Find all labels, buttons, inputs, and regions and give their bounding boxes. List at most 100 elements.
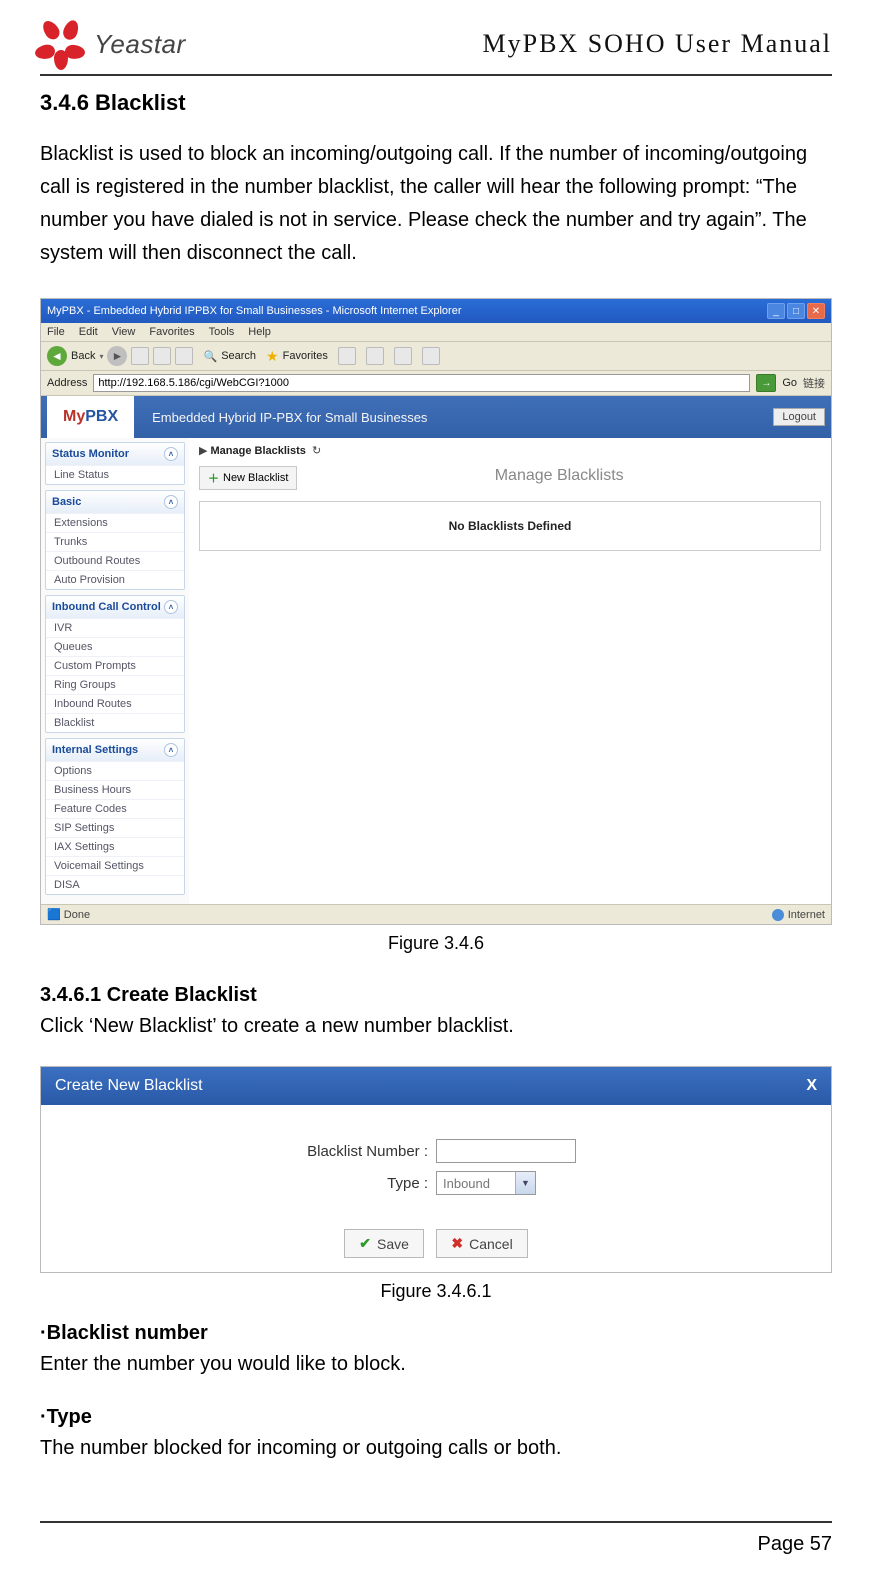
menu-item[interactable]: Tools <box>209 326 235 338</box>
sidebar-item-trunks[interactable]: Trunks <box>46 532 184 551</box>
go-label: Go <box>782 377 797 389</box>
brand-text: Yeastar <box>94 29 186 60</box>
main-pane: ▶ Manage Blacklists ↻ ＋New Blacklist Man… <box>189 438 831 904</box>
links-label: 链接 <box>803 375 825 391</box>
breadcrumb: ▶ Manage Blacklists ↻ <box>199 444 821 457</box>
status-text: Done <box>64 909 90 921</box>
sidebar-item-outbound-routes[interactable]: Outbound Routes <box>46 551 184 570</box>
modal-body: Blacklist Number : Type : Inbound ▼ <box>41 1105 831 1221</box>
logo-icon <box>40 20 88 68</box>
address-label: Address <box>47 377 87 389</box>
menu-item[interactable]: File <box>47 326 65 338</box>
cancel-button[interactable]: ✖Cancel <box>436 1229 527 1258</box>
logout-button[interactable]: Logout <box>773 408 825 426</box>
field-text-blacklist-number: Enter the number you would like to block… <box>40 1349 832 1380</box>
section-intro: Blacklist is used to block an incoming/o… <box>40 138 832 270</box>
back-button[interactable]: ◄ <box>47 346 67 366</box>
menu-item[interactable]: Help <box>248 326 271 338</box>
figure-3-4-6-1: Create New Blacklist X Blacklist Number … <box>40 1066 832 1273</box>
modal-actions: ✔Save ✖Cancel <box>41 1221 831 1272</box>
menu-item[interactable]: Favorites <box>149 326 194 338</box>
search-icon[interactable]: 🔍 <box>203 350 217 363</box>
sidebar-item-business-hours[interactable]: Business Hours <box>46 780 184 799</box>
sidebar-item-voicemail-settings[interactable]: Voicemail Settings <box>46 856 184 875</box>
menu-item[interactable]: View <box>112 326 136 338</box>
field-text-type: The number blocked for incoming or outgo… <box>40 1433 832 1464</box>
brand-logo: Yeastar <box>40 20 186 68</box>
header-divider <box>40 74 832 76</box>
maximize-button[interactable]: □ <box>787 303 805 319</box>
empty-state: No Blacklists Defined <box>199 501 821 551</box>
forward-button[interactable]: ► <box>107 346 127 366</box>
browser-menu: File Edit View Favorites Tools Help <box>41 323 831 342</box>
sidebar-item-options[interactable]: Options <box>46 761 184 780</box>
new-blacklist-button[interactable]: ＋New Blacklist <box>199 466 297 490</box>
subsection-text: Click ‘New Blacklist’ to create a new nu… <box>40 1011 832 1042</box>
sidebar-item-ivr[interactable]: IVR <box>46 618 184 637</box>
address-bar: Address → Go 链接 <box>41 371 831 396</box>
figure-caption: Figure 3.4.6 <box>40 933 832 954</box>
search-label: Search <box>221 350 256 362</box>
sidebar-item-ring-groups[interactable]: Ring Groups <box>46 675 184 694</box>
chevron-down-icon: ▼ <box>515 1172 535 1194</box>
page-title: Manage Blacklists <box>297 467 821 485</box>
type-select[interactable]: Inbound ▼ <box>436 1171 536 1195</box>
address-input[interactable] <box>93 374 750 392</box>
favorites-label: Favorites <box>283 350 328 362</box>
close-button[interactable]: ✕ <box>807 303 825 319</box>
x-icon: ✖ <box>451 1235 463 1252</box>
go-button[interactable]: → <box>756 374 776 392</box>
figure-caption-2: Figure 3.4.6.1 <box>40 1281 832 1302</box>
collapse-icon[interactable]: ˄ <box>164 495 178 509</box>
section-heading: 3.4.6 Blacklist <box>40 90 832 116</box>
footer-divider <box>40 1521 832 1523</box>
sidebar-head-basic[interactable]: Basic <box>52 496 81 508</box>
type-label: Type : <box>128 1175 428 1192</box>
sidebar-item-blacklist[interactable]: Blacklist <box>46 713 184 732</box>
sidebar-item-inbound-routes[interactable]: Inbound Routes <box>46 694 184 713</box>
app-brand: MyPBX <box>47 396 134 438</box>
sidebar-item-auto-provision[interactable]: Auto Provision <box>46 570 184 589</box>
subsection-heading: 3.4.6.1 Create Blacklist <box>40 984 832 1007</box>
zone-text: Internet <box>788 909 825 921</box>
save-button[interactable]: ✔Save <box>344 1229 424 1258</box>
print-icon[interactable] <box>394 347 412 365</box>
sidebar-item-line-status[interactable]: Line Status <box>46 465 184 484</box>
window-title: MyPBX - Embedded Hybrid IPPBX for Small … <box>47 305 462 317</box>
menu-item[interactable]: Edit <box>79 326 98 338</box>
modal-close-button[interactable]: X <box>806 1077 817 1095</box>
sidebar-item-iax-settings[interactable]: IAX Settings <box>46 837 184 856</box>
sidebar-item-queues[interactable]: Queues <box>46 637 184 656</box>
minimize-button[interactable]: _ <box>767 303 785 319</box>
stop-icon[interactable] <box>131 347 149 365</box>
figure-3-4-6: MyPBX - Embedded Hybrid IPPBX for Small … <box>40 298 832 925</box>
sidebar-item-sip-settings[interactable]: SIP Settings <box>46 818 184 837</box>
sidebar-head-status-monitor[interactable]: Status Monitor <box>52 448 129 460</box>
sidebar-head-inbound-call-control[interactable]: Inbound Call Control <box>52 601 161 613</box>
sidebar-item-feature-codes[interactable]: Feature Codes <box>46 799 184 818</box>
sidebar-item-extensions[interactable]: Extensions <box>46 513 184 532</box>
home-icon[interactable] <box>175 347 193 365</box>
sidebar-item-disa[interactable]: DISA <box>46 875 184 894</box>
blacklist-number-label: Blacklist Number : <box>128 1143 428 1160</box>
status-bar: 🟦 Done Internet <box>41 904 831 924</box>
sidebar-item-custom-prompts[interactable]: Custom Prompts <box>46 656 184 675</box>
back-label: Back <box>71 350 95 362</box>
field-heading-type: ·Type <box>40 1406 832 1429</box>
collapse-icon[interactable]: ˄ <box>164 447 178 461</box>
refresh-icon[interactable] <box>153 347 171 365</box>
modal-titlebar: Create New Blacklist X <box>41 1067 831 1105</box>
plus-icon: ＋ <box>208 470 219 486</box>
check-icon: ✔ <box>359 1235 371 1252</box>
modal-title: Create New Blacklist <box>55 1077 203 1095</box>
blacklist-number-input[interactable] <box>436 1139 576 1163</box>
edit-icon[interactable] <box>422 347 440 365</box>
history-icon[interactable] <box>338 347 356 365</box>
collapse-icon[interactable]: ˄ <box>164 743 178 757</box>
sidebar-head-internal-settings[interactable]: Internal Settings <box>52 744 138 756</box>
app-body: Status Monitor ˄ Line Status Basic ˄ Exten… <box>41 438 831 904</box>
app-tagline: Embedded Hybrid IP-PBX for Small Busines… <box>152 410 427 425</box>
favorites-icon[interactable]: ★ <box>266 348 279 365</box>
mail-icon[interactable] <box>366 347 384 365</box>
collapse-icon[interactable]: ˄ <box>164 600 178 614</box>
